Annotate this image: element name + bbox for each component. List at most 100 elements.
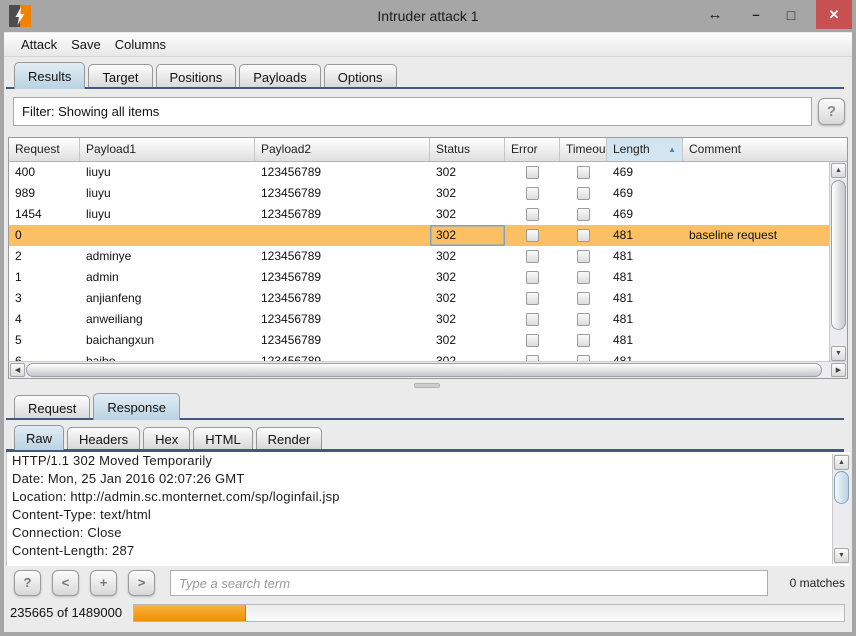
payload1-cell: liuyu <box>80 162 255 183</box>
error-checkbox[interactable] <box>526 271 539 284</box>
minimize-button[interactable]: – <box>741 0 771 30</box>
timeout-checkbox[interactable] <box>577 166 590 179</box>
column-header-payload2[interactable]: Payload2 <box>255 138 430 161</box>
column-header-payload1[interactable]: Payload1 <box>80 138 255 161</box>
tab-response[interactable]: Response <box>93 393 180 420</box>
tab-positions[interactable]: Positions <box>156 64 237 89</box>
column-header-request[interactable]: Request <box>9 138 80 161</box>
status-cell: 302 <box>430 288 505 309</box>
table-row[interactable]: 5baichangxun123456789302481 <box>9 330 830 351</box>
timeout-cell <box>560 183 607 204</box>
scroll-up-icon[interactable]: ▲ <box>834 455 849 470</box>
menu-save[interactable]: Save <box>64 33 108 57</box>
intruder-window: Intruder attack 1 ↔ – □ ✕ AttackSaveColu… <box>0 0 856 636</box>
response-line: Connection: Close <box>7 524 850 542</box>
tab-raw[interactable]: Raw <box>14 425 64 450</box>
title-bar[interactable]: Intruder attack 1 ↔ – □ ✕ <box>0 0 856 32</box>
tab-render[interactable]: Render <box>256 427 323 450</box>
status-cell: 302 <box>430 309 505 330</box>
menu-columns[interactable]: Columns <box>108 33 173 57</box>
request-cell: 3 <box>9 288 80 309</box>
vertical-scroll-thumb[interactable] <box>831 180 846 330</box>
column-header-timeout[interactable]: Timeout <box>560 138 607 161</box>
table-row[interactable]: 2adminye123456789302481 <box>9 246 830 267</box>
response-raw-view[interactable]: HTTP/1.1 302 Moved TemporarilyDate: Mon,… <box>6 452 850 566</box>
tab-hex[interactable]: Hex <box>143 427 190 450</box>
tab-payloads[interactable]: Payloads <box>239 64 320 89</box>
error-checkbox[interactable] <box>526 208 539 221</box>
column-header-length[interactable]: Length▲ <box>607 138 683 161</box>
menu-bar: AttackSaveColumns <box>4 33 852 57</box>
scroll-down-icon[interactable]: ▼ <box>834 548 849 563</box>
tab-headers[interactable]: Headers <box>67 427 140 450</box>
scroll-up-icon[interactable]: ▲ <box>831 163 846 178</box>
payload2-cell: 123456789 <box>255 288 430 309</box>
response-vertical-scrollbar[interactable]: ▲ ▼ <box>832 454 850 564</box>
request-cell: 1454 <box>9 204 80 225</box>
status-cell: 302 <box>430 225 505 246</box>
response-line: Content-Type: text/html <box>7 506 850 524</box>
timeout-checkbox[interactable] <box>577 187 590 200</box>
response-line: HTTP/1.1 302 Moved Temporarily <box>7 452 850 470</box>
timeout-checkbox[interactable] <box>577 271 590 284</box>
resize-button[interactable]: ↔ <box>700 0 730 30</box>
table-row[interactable]: 989liuyu123456789302469 <box>9 183 830 204</box>
error-checkbox[interactable] <box>526 166 539 179</box>
column-header-error[interactable]: Error <box>505 138 560 161</box>
maximize-button[interactable]: □ <box>776 0 806 30</box>
error-checkbox[interactable] <box>526 334 539 347</box>
search-input[interactable] <box>170 570 768 596</box>
search-help-button[interactable]: ? <box>14 570 41 596</box>
response-scroll-thumb[interactable] <box>834 471 849 504</box>
length-cell: 481 <box>607 225 683 246</box>
table-vertical-scrollbar[interactable]: ▲ ▼ <box>829 162 847 362</box>
error-checkbox[interactable] <box>526 250 539 263</box>
table-row[interactable]: 1admin123456789302481 <box>9 267 830 288</box>
search-add-button[interactable]: + <box>90 570 117 596</box>
length-cell: 469 <box>607 162 683 183</box>
tab-options[interactable]: Options <box>324 64 397 89</box>
payload2-cell: 123456789 <box>255 330 430 351</box>
tab-request[interactable]: Request <box>14 395 90 420</box>
table-horizontal-scrollbar[interactable]: ◀ ▶ <box>9 361 847 378</box>
error-cell <box>505 225 560 246</box>
timeout-checkbox[interactable] <box>577 229 590 242</box>
length-cell: 481 <box>607 351 683 361</box>
timeout-checkbox[interactable] <box>577 334 590 347</box>
table-row[interactable]: 400liuyu123456789302469 <box>9 162 830 183</box>
search-next-button[interactable]: > <box>128 570 155 596</box>
progress-bar <box>133 604 845 622</box>
horizontal-scroll-thumb[interactable] <box>26 363 822 377</box>
error-checkbox[interactable] <box>526 229 539 242</box>
table-row[interactable]: 4anweiliang123456789302481 <box>9 309 830 330</box>
tab-target[interactable]: Target <box>88 64 152 89</box>
menu-attack[interactable]: Attack <box>14 33 64 57</box>
error-cell <box>505 288 560 309</box>
timeout-checkbox[interactable] <box>577 250 590 263</box>
search-previous-button[interactable]: < <box>52 570 79 596</box>
error-checkbox[interactable] <box>526 292 539 305</box>
column-header-status[interactable]: Status <box>430 138 505 161</box>
close-button[interactable]: ✕ <box>816 0 852 29</box>
table-row[interactable]: 0302481baseline request <box>9 225 830 246</box>
error-cell <box>505 246 560 267</box>
timeout-checkbox[interactable] <box>577 313 590 326</box>
payload1-cell: baibo <box>80 351 255 361</box>
help-button[interactable]: ? <box>818 98 845 125</box>
scroll-left-icon[interactable]: ◀ <box>10 363 25 377</box>
filter-bar[interactable]: Filter: Showing all items <box>13 97 812 126</box>
payload1-cell: admin <box>80 267 255 288</box>
table-row[interactable]: 6baibo123456789302481 <box>9 351 830 361</box>
scroll-right-icon[interactable]: ▶ <box>831 363 846 377</box>
tab-results[interactable]: Results <box>14 62 85 89</box>
error-checkbox[interactable] <box>526 187 539 200</box>
error-checkbox[interactable] <box>526 313 539 326</box>
tab-html[interactable]: HTML <box>193 427 252 450</box>
splitter-handle[interactable] <box>414 383 440 388</box>
timeout-checkbox[interactable] <box>577 208 590 221</box>
table-row[interactable]: 1454liuyu123456789302469 <box>9 204 830 225</box>
column-header-comment[interactable]: Comment <box>683 138 847 161</box>
table-row[interactable]: 3anjianfeng123456789302481 <box>9 288 830 309</box>
timeout-checkbox[interactable] <box>577 292 590 305</box>
scroll-down-icon[interactable]: ▼ <box>831 346 846 361</box>
